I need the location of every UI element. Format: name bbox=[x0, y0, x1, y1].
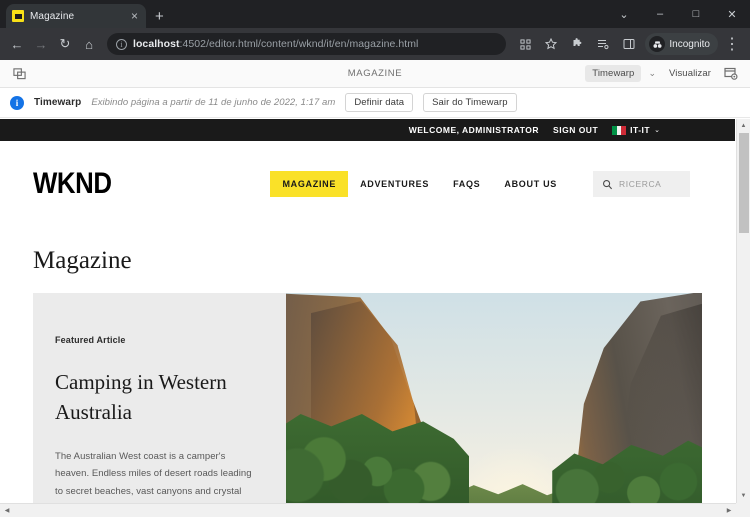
incognito-label: Incognito bbox=[669, 38, 710, 50]
url-host: localhost bbox=[133, 38, 180, 50]
featured-article-title[interactable]: Camping in Western Australia bbox=[55, 367, 260, 428]
close-tab-icon[interactable]: × bbox=[129, 10, 140, 22]
search-icon bbox=[603, 179, 613, 189]
featured-article-kicker: Featured Article bbox=[55, 335, 126, 345]
featured-article-image bbox=[286, 293, 702, 517]
home-icon[interactable]: ⌂ bbox=[78, 33, 100, 55]
page-heading: Magazine bbox=[33, 247, 132, 274]
preview-button[interactable]: Visualizar bbox=[663, 65, 717, 82]
qr-code-icon[interactable] bbox=[513, 32, 537, 56]
scroll-up-arrow-icon[interactable]: ▲ bbox=[737, 119, 750, 133]
site-info-icon[interactable]: i bbox=[116, 38, 127, 50]
site-nav: MAGAZINE ADVENTURES FAQS ABOUT US RICERC… bbox=[270, 171, 690, 197]
italy-flag-icon bbox=[612, 125, 627, 135]
nav-item-magazine[interactable]: MAGAZINE bbox=[270, 171, 349, 197]
address-bar[interactable]: i localhost:4502/editor.html/content/wkn… bbox=[107, 33, 507, 55]
vertical-scrollbar-thumb[interactable] bbox=[739, 133, 749, 233]
language-label: IT-IT bbox=[630, 125, 651, 135]
address-bar-url: localhost:4502/editor.html/content/wknd/… bbox=[133, 38, 418, 50]
exit-timewarp-button[interactable]: Sair do Timewarp bbox=[423, 93, 517, 112]
forward-icon[interactable]: → bbox=[30, 33, 52, 55]
set-date-button[interactable]: Definir data bbox=[345, 93, 414, 112]
nav-item-about-us[interactable]: ABOUT US bbox=[492, 171, 569, 197]
extensions-puzzle-icon[interactable] bbox=[565, 32, 589, 56]
favicon-wknd bbox=[12, 10, 24, 22]
tab-strip: Magazine × + ⌄ – □ ✕ bbox=[0, 0, 750, 28]
welcome-text: WELCOME, ADMINISTRATOR bbox=[408, 125, 540, 135]
search-placeholder: RICERCA bbox=[619, 179, 662, 189]
horizontal-scrollbar-thumb[interactable] bbox=[14, 506, 714, 516]
window-controls: ⌄ – □ ✕ bbox=[606, 0, 750, 28]
info-icon: i bbox=[10, 95, 24, 110]
scroll-down-arrow-icon[interactable]: ▼ bbox=[737, 489, 750, 503]
wknd-site: WELCOME, ADMINISTRATOR SIGN OUT IT-IT ⌄ … bbox=[0, 119, 735, 517]
page-properties-icon[interactable] bbox=[720, 63, 742, 85]
scroll-right-arrow-icon[interactable]: ▶ bbox=[722, 504, 736, 517]
aem-toolbar-left bbox=[8, 63, 30, 85]
aem-toolbar-right: Timewarp ⌄ Visualizar bbox=[585, 63, 742, 85]
bookmark-star-icon[interactable] bbox=[539, 32, 563, 56]
page-content-frame: WELCOME, ADMINISTRATOR SIGN OUT IT-IT ⌄ … bbox=[0, 119, 750, 517]
tab-title: Magazine bbox=[30, 10, 75, 22]
featured-article: Featured Article Camping in Western Aust… bbox=[33, 293, 702, 517]
nav-item-faqs[interactable]: FAQS bbox=[441, 171, 492, 197]
chevron-down-icon[interactable]: ⌄ bbox=[644, 68, 660, 79]
timewarp-message: Exibindo página a partir de 11 de junho … bbox=[91, 97, 336, 108]
maximize-icon[interactable]: □ bbox=[678, 0, 714, 28]
incognito-icon bbox=[649, 36, 666, 52]
nav-item-adventures[interactable]: ADVENTURES bbox=[348, 171, 441, 197]
minimize-icon[interactable]: – bbox=[642, 0, 678, 28]
sidebar-toggle-icon[interactable] bbox=[8, 63, 30, 85]
incognito-indicator[interactable]: Incognito bbox=[645, 33, 718, 55]
scrollbar-corner bbox=[736, 503, 750, 517]
browser-window: Magazine × + ⌄ – □ ✕ ← → ↻ ⌂ i localhost… bbox=[0, 0, 750, 517]
featured-article-text: Featured Article Camping in Western Aust… bbox=[33, 293, 286, 517]
horizontal-scrollbar[interactable]: ◀ ▶ bbox=[0, 503, 750, 517]
gorge-photo bbox=[286, 293, 702, 517]
browser-toolbar: ← → ↻ ⌂ i localhost:4502/editor.html/con… bbox=[0, 28, 750, 60]
browser-tab[interactable]: Magazine × bbox=[6, 4, 146, 28]
browser-viewport: MAGAZINE Timewarp ⌄ Visualizar i Timewar… bbox=[0, 60, 750, 517]
reload-icon[interactable]: ↻ bbox=[54, 33, 76, 55]
site-logo[interactable]: WKND bbox=[33, 167, 112, 201]
reading-list-icon[interactable] bbox=[591, 32, 615, 56]
sign-out-link[interactable]: SIGN OUT bbox=[553, 125, 598, 135]
editor-mode-selector[interactable]: Timewarp bbox=[585, 65, 642, 82]
search-input[interactable]: RICERCA bbox=[593, 171, 690, 197]
close-window-icon[interactable]: ✕ bbox=[714, 0, 750, 28]
timewarp-label: Timewarp bbox=[34, 97, 82, 108]
timewarp-banner: i Timewarp Exibindo página a partir de 1… bbox=[0, 88, 750, 118]
chevron-down-icon[interactable]: ⌄ bbox=[606, 0, 642, 28]
browser-menu-icon[interactable]: ⋮ bbox=[720, 32, 744, 56]
side-panel-icon[interactable] bbox=[617, 32, 641, 56]
chevron-down-icon: ⌄ bbox=[654, 127, 660, 134]
site-utility-bar: WELCOME, ADMINISTRATOR SIGN OUT IT-IT ⌄ bbox=[0, 119, 735, 141]
scroll-left-arrow-icon[interactable]: ◀ bbox=[0, 504, 14, 517]
language-selector[interactable]: IT-IT ⌄ bbox=[612, 125, 660, 135]
vertical-scrollbar[interactable]: ▲ ▼ bbox=[736, 119, 750, 503]
back-icon[interactable]: ← bbox=[6, 33, 28, 55]
new-tab-button[interactable]: + bbox=[155, 9, 164, 24]
aem-editor-toolbar: MAGAZINE Timewarp ⌄ Visualizar bbox=[0, 60, 750, 88]
site-header: WKND MAGAZINE ADVENTURES FAQS ABOUT US R… bbox=[0, 141, 735, 227]
url-path: :4502/editor.html/content/wknd/it/en/mag… bbox=[179, 38, 419, 50]
